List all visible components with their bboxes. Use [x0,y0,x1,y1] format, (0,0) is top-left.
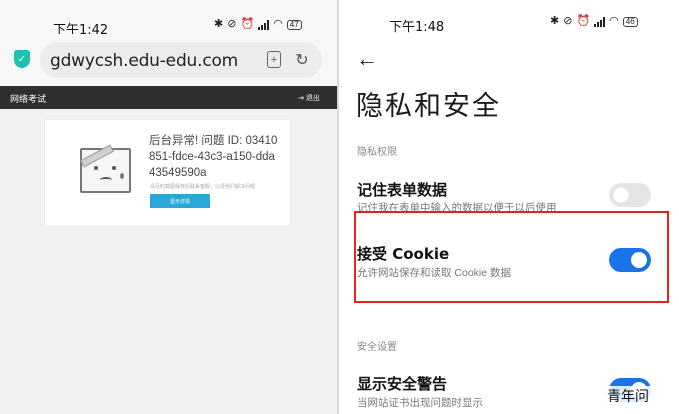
browser-url-bar: ✓ gdwycsh.edu-edu.com + ↻ [0,34,337,86]
sad-face-icon [80,144,131,193]
status-bar: 下午1:42 ✱ ⊘ ⏰ ◠ 47 [0,0,337,38]
mute-icon: ⊘ [563,15,573,27]
site-header: 网络考试 ⇥ 退出 [0,86,337,109]
remember-form-data-toggle[interactable] [609,183,651,207]
section-security: 安全设置 [357,342,397,353]
site-title: 网络考试 [10,94,47,104]
logout-link[interactable]: ⇥ 退出 [298,93,320,103]
security-warning-desc: 当网站证书出现问题时显示 [357,397,483,409]
security-warning-title: 显示安全警告 [357,375,448,393]
url-text[interactable]: gdwycsh.edu-edu.com [50,51,252,71]
alarm-icon: ⏰ [576,15,591,27]
signal-icon [594,16,606,27]
bookmark-icon[interactable]: + [267,51,281,68]
left-screen: 下午1:42 ✱ ⊘ ⏰ ◠ 47 ✓ gdwycsh.edu-edu.com … [0,0,337,414]
url-field[interactable]: gdwycsh.edu-edu.com + ↻ [40,42,322,78]
section-privacy: 隐私权限 [357,147,397,158]
remember-form-data-title: 记住表单数据 [357,181,448,199]
highlight-box [354,211,669,303]
logout-icon: ⇥ [298,95,304,102]
error-message: 后台异常! 问题 ID: 03410851-fdce-43c3-a150-dda… [149,135,278,179]
alarm-icon: ⏰ [240,18,255,30]
reload-icon[interactable]: ↻ [293,51,311,69]
status-icons: ✱ ⊘ ⏰ ◠ 47 [214,19,302,30]
error-card: 后台异常! 问题 ID: 03410851-fdce-43c3-a150-dda… [45,120,290,226]
shield-icon[interactable]: ✓ [14,50,30,68]
status-icons: ✱ ⊘ ⏰ ◠ 46 [550,16,638,27]
error-subtext: 请及时截图保存后联系客服，以便我们解决问题 [150,184,256,190]
wifi-icon: ◠ [273,18,283,30]
mute-icon: ⊘ [227,18,237,30]
show-details-button[interactable]: 显示详情 [150,194,210,208]
status-time: 下午1:48 [389,20,445,35]
wifi-icon: ◠ [609,15,619,27]
page-title: 隐私和安全 [356,91,501,122]
bluetooth-icon: ✱ [214,18,224,30]
logout-label: 退出 [305,95,320,102]
battery-icon: 46 [622,16,638,27]
right-screen: 下午1:48 ✱ ⊘ ⏰ ◠ 46 ← 隐私和安全 隐私权限 记住表单数据 记住… [339,0,679,414]
battery-icon: 47 [286,19,302,30]
watermark: 青年问 [603,386,653,406]
back-arrow-icon[interactable]: ← [356,46,378,72]
signal-icon [258,19,270,30]
bluetooth-icon: ✱ [550,15,560,27]
